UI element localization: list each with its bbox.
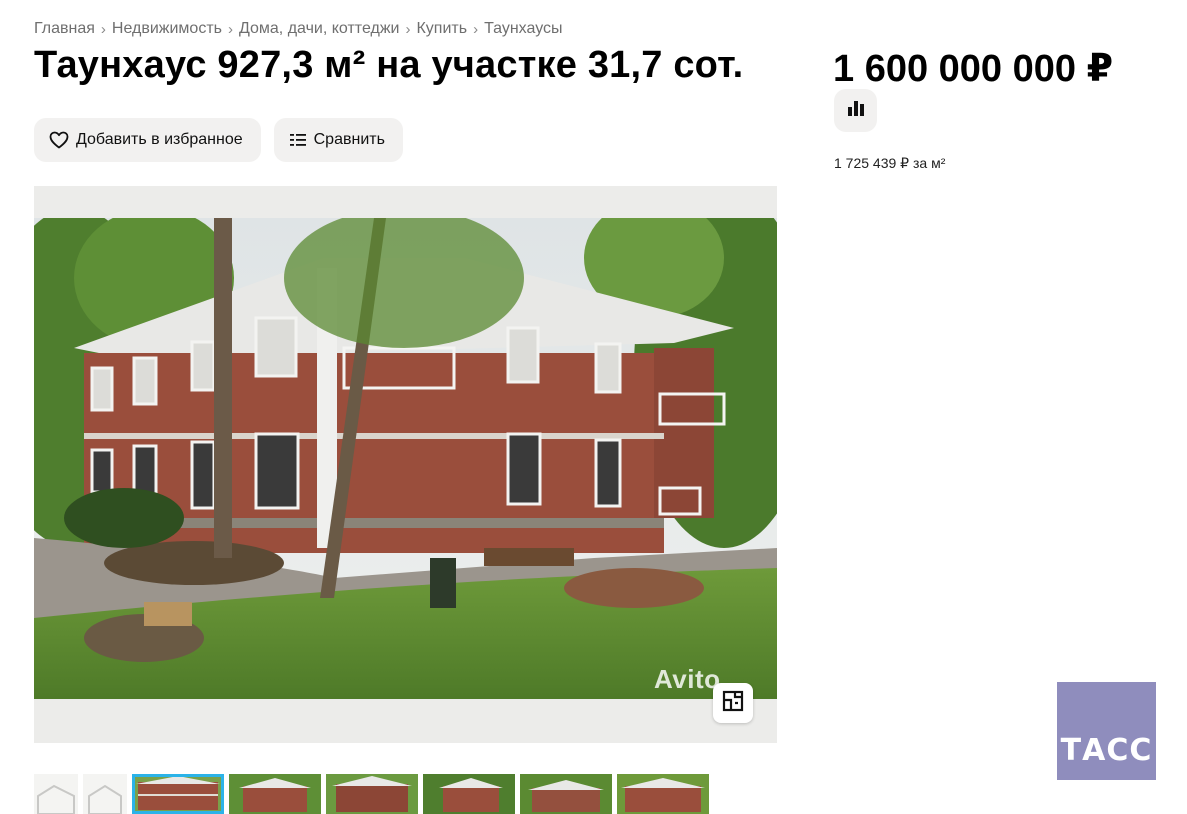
price-per-sqm: 1 725 439 ₽ за м² <box>834 155 946 171</box>
thumbnail-8[interactable] <box>617 774 709 814</box>
thumbnail-4[interactable] <box>229 774 321 814</box>
thumbnail-6[interactable] <box>423 774 515 814</box>
tass-logo: ТАСС <box>1057 682 1156 780</box>
thumbnail-1[interactable] <box>34 774 78 814</box>
heart-icon <box>49 131 69 149</box>
price: 1 600 000 000 ₽ <box>833 48 1114 90</box>
add-to-favorites-label: Добавить в избранное <box>76 131 243 148</box>
thumbnail-strip <box>34 774 709 814</box>
page-title: Таунхаус 927,3 м² на участке 31,7 сот. <box>34 44 744 86</box>
tass-logo-text: ТАСС <box>1060 733 1153 768</box>
breadcrumb-separator: › <box>100 20 106 38</box>
photo-gallery[interactable]: Avito <box>34 186 777 743</box>
compare-button[interactable]: Сравнить <box>273 118 403 162</box>
breadcrumb-separator: › <box>473 20 479 38</box>
bar-chart-icon <box>846 99 866 122</box>
breadcrumb-separator: › <box>405 20 411 38</box>
main-photo[interactable] <box>34 218 777 699</box>
compare-icon <box>289 132 307 148</box>
breadcrumb: Главная › Недвижимость › Дома, дачи, кот… <box>34 18 563 40</box>
floor-plan-button[interactable] <box>713 683 753 723</box>
compare-label: Сравнить <box>313 131 385 148</box>
price-history-button[interactable] <box>834 89 877 132</box>
breadcrumb-item-home[interactable]: Главная <box>34 20 95 38</box>
floor-plan-icon <box>722 690 744 717</box>
avito-watermark: Avito <box>654 664 721 694</box>
breadcrumb-item-townhouses[interactable]: Таунхаусы <box>484 20 562 38</box>
breadcrumb-item-real-estate[interactable]: Недвижимость <box>112 20 222 38</box>
breadcrumb-item-houses[interactable]: Дома, дачи, коттеджи <box>239 20 399 38</box>
thumbnail-5[interactable] <box>326 774 418 814</box>
thumbnail-2[interactable] <box>83 774 127 814</box>
thumbnail-7[interactable] <box>520 774 612 814</box>
add-to-favorites-button[interactable]: Добавить в избранное <box>34 118 261 162</box>
breadcrumb-separator: › <box>227 20 233 38</box>
listing-actions: Добавить в избранное Сравнить <box>34 118 403 162</box>
thumbnail-3[interactable] <box>132 774 224 814</box>
breadcrumb-item-buy[interactable]: Купить <box>416 20 467 38</box>
